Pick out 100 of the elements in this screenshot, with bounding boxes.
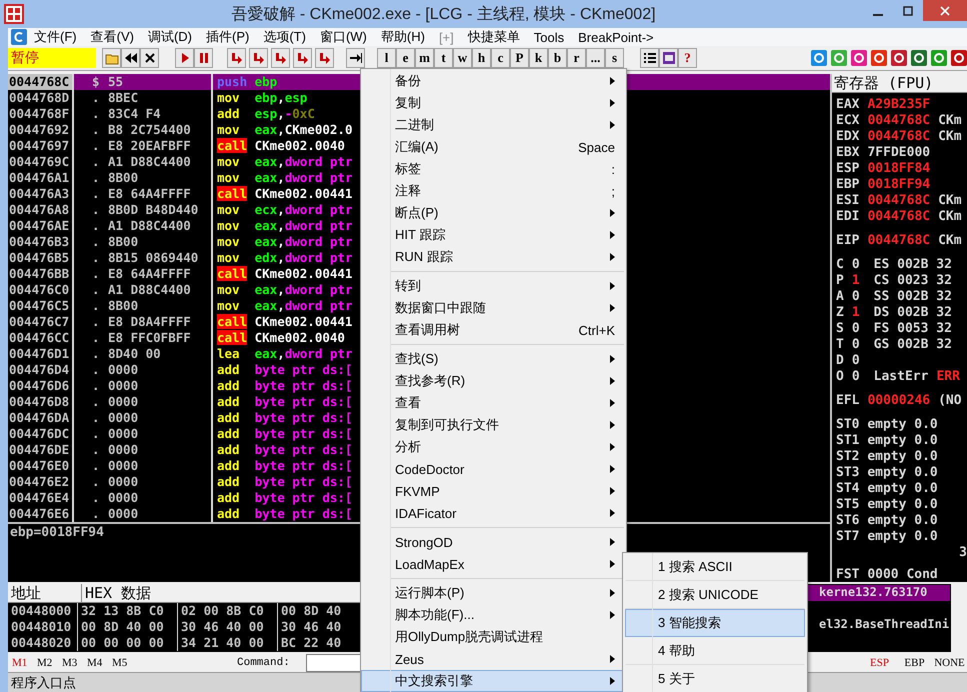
- toolbar-button[interactable]: ...: [586, 48, 605, 68]
- toolbar-button[interactable]: [346, 48, 365, 68]
- row-marker: .: [91, 234, 101, 250]
- menu-item[interactable]: 断点(P): [361, 202, 626, 224]
- toolbar-button[interactable]: r: [567, 48, 586, 68]
- toolbar-button[interactable]: [140, 48, 159, 68]
- submenu-arrow-icon: [610, 377, 615, 385]
- menu-item[interactable]: FKVMP: [361, 480, 626, 502]
- flag-value: 0: [852, 353, 860, 369]
- menu-item[interactable]: 查看: [361, 392, 626, 414]
- submenu-arrow-icon: [610, 677, 615, 685]
- follow-option[interactable]: ESP: [862, 657, 897, 669]
- menu-item[interactable]: CodeDoctor: [361, 458, 626, 480]
- menu-item[interactable]: IDAFicator: [361, 502, 626, 524]
- memory-tab[interactable]: M2: [33, 657, 58, 669]
- register-name: EDI: [836, 209, 860, 225]
- flag-name: S: [836, 321, 844, 337]
- menu-item[interactable]: 快捷菜单: [460, 28, 527, 46]
- toolbar-button[interactable]: P: [510, 48, 529, 68]
- toolbar-button[interactable]: h: [472, 48, 491, 68]
- plugin-icon[interactable]: [931, 50, 947, 66]
- register-value: 0044768C: [867, 129, 930, 145]
- memory-tab[interactable]: M1: [8, 657, 33, 669]
- menu-item[interactable]: StrongOD: [361, 531, 626, 553]
- menu-item[interactable]: RUN 跟踪: [361, 246, 626, 268]
- hex-bytes: 0000: [108, 474, 138, 490]
- menu-item[interactable]: 选项(T): [256, 28, 313, 46]
- menu-item[interactable]: Zeus: [361, 648, 626, 670]
- scrollbar[interactable]: [951, 584, 967, 652]
- menu-item[interactable]: 4 帮助: [625, 637, 805, 665]
- menu-item[interactable]: 备份: [361, 70, 626, 92]
- mnemonic: call: [217, 330, 248, 345]
- menu-item[interactable]: 查找(S): [361, 348, 626, 370]
- maximize-icon: [903, 6, 913, 16]
- menu-item[interactable]: 分析: [361, 436, 626, 458]
- address-cell: 004476D4: [8, 362, 74, 378]
- menu-item[interactable]: Tools: [526, 28, 572, 46]
- menu-item[interactable]: 调试(D): [140, 28, 199, 46]
- menu-item[interactable]: 1 搜索 ASCII: [625, 553, 805, 581]
- flag-name: Z: [836, 305, 844, 321]
- help-button[interactable]: ?: [678, 48, 697, 68]
- plugin-icon[interactable]: [891, 50, 907, 66]
- toolbar-button[interactable]: l: [377, 48, 396, 68]
- plugin-icon[interactable]: [811, 50, 827, 66]
- menu-item[interactable]: 查看(V): [84, 28, 141, 46]
- follow-option[interactable]: EBP: [897, 657, 932, 669]
- menu-item[interactable]: BreakPoint->: [571, 28, 661, 46]
- menu-item[interactable]: 复制到可执行文件: [361, 414, 626, 436]
- segment-register: SS 002B 32: [874, 289, 952, 305]
- toolbar-button[interactable]: t: [434, 48, 453, 68]
- menu-item[interactable]: LoadMapEx: [361, 553, 626, 575]
- plugin-icon[interactable]: [851, 50, 867, 66]
- toolbar-button[interactable]: [659, 48, 678, 68]
- plugin-icon[interactable]: [951, 50, 967, 66]
- operand-text: CKme002.00441: [254, 186, 352, 202]
- mnemonic: mov: [217, 282, 240, 297]
- toolbar-button[interactable]: e: [396, 48, 415, 68]
- menu-item[interactable]: 复制: [361, 92, 626, 114]
- menu-item[interactable]: HIT 跟踪: [361, 224, 626, 246]
- menu-item[interactable]: 查看调用树 Ctrl+K: [361, 319, 626, 341]
- segment-register: GS 002B 32: [874, 337, 952, 353]
- close-button[interactable]: [923, 0, 967, 21]
- menu-item[interactable]: 帮助(H): [374, 28, 432, 46]
- mnemonic: mov: [217, 170, 240, 185]
- menu-item[interactable]: 汇编(A) Space: [361, 136, 626, 158]
- toolbar-button[interactable]: [640, 48, 659, 68]
- toolbar-button[interactable]: [121, 48, 140, 68]
- memory-tab[interactable]: M4: [83, 657, 108, 669]
- hex-bytes: 55: [108, 74, 124, 90]
- plugin-icon[interactable]: [831, 50, 847, 66]
- menu-item[interactable]: 转到: [361, 275, 626, 297]
- plugin-icon[interactable]: [871, 50, 887, 66]
- command-label: Command:: [237, 657, 290, 669]
- hex-bytes: 0000: [108, 506, 138, 522]
- menu-item[interactable]: 注释 ;: [361, 180, 626, 202]
- memory-tab[interactable]: M3: [58, 657, 83, 669]
- menu-item[interactable]: 运行脚本(P): [361, 582, 626, 604]
- menu-item[interactable]: 数据窗口中跟随: [361, 297, 626, 319]
- menu-item[interactable]: 标签 :: [361, 158, 626, 180]
- plugin-icon[interactable]: [911, 50, 927, 66]
- address-cell: 004476CC: [8, 330, 74, 346]
- toolbar-button[interactable]: w: [453, 48, 472, 68]
- hex-bytes: E8 64A4FFFF: [108, 266, 191, 282]
- menu-item[interactable]: 文件(F): [27, 28, 84, 46]
- operand-text: eax,dword ptr: [254, 218, 352, 234]
- toolbar-button[interactable]: m: [415, 48, 434, 68]
- menu-item[interactable]: 5 关于: [625, 665, 805, 692]
- menu-item[interactable]: 二进制: [361, 114, 626, 136]
- address-cell: 004476DC: [8, 426, 74, 442]
- menu-item[interactable]: 插件(P): [199, 28, 256, 46]
- toolbar-button[interactable]: b: [548, 48, 567, 68]
- toolbar-button[interactable]: c: [491, 48, 510, 68]
- hex-bytes: 0000: [108, 426, 138, 442]
- menu-item[interactable]: 查找参考(R): [361, 370, 626, 392]
- menu-item[interactable]: 窗口(W): [312, 28, 374, 46]
- memory-tab[interactable]: M5: [108, 657, 133, 669]
- follow-option[interactable]: NONE: [932, 657, 967, 669]
- toolbar-button[interactable]: s: [605, 48, 624, 68]
- menu-item[interactable]: 3 智能搜索: [625, 609, 805, 637]
- toolbar-button[interactable]: k: [529, 48, 548, 68]
